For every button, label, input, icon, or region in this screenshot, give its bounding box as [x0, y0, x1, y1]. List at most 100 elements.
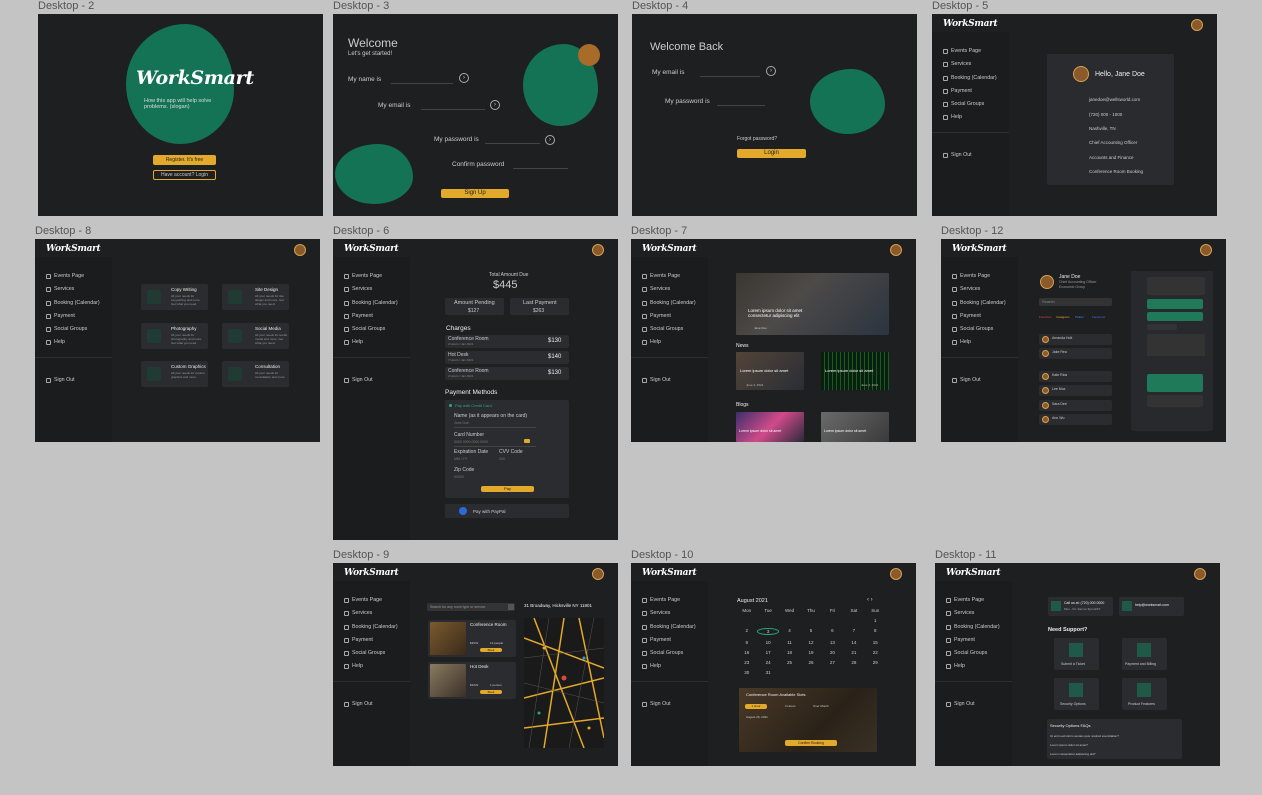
arrow-right-icon[interactable]: › [490, 100, 500, 110]
sidebar-item-services[interactable]: Services [46, 286, 74, 292]
calendar-date[interactable]: 30 [736, 670, 757, 675]
email-input[interactable] [421, 109, 485, 110]
faq-item[interactable]: Ut enim ad minim veniam quis nostrud exe… [1050, 734, 1119, 738]
support-tile[interactable]: Submit a Ticket [1054, 638, 1099, 670]
sidebar-item-services[interactable]: Services [344, 610, 372, 616]
calendar-date[interactable]: 23 [736, 660, 757, 665]
sidebar-item-payment[interactable]: Payment [943, 88, 972, 94]
sidebar-item-social[interactable]: Social Groups [344, 326, 385, 332]
sidebar-item-events[interactable]: Events Page [952, 273, 990, 279]
sidebar-item-help[interactable]: Help [943, 114, 962, 120]
calendar-grid[interactable]: 1 2 3 4 5 6 7 8 9 10 11 12 13 14 15 16 17 18 19 20 21 22 23 24 2… [736, 618, 886, 675]
name-input[interactable] [391, 83, 453, 84]
avatar[interactable] [1200, 244, 1212, 256]
avatar[interactable] [294, 244, 306, 256]
tab-favorites[interactable]: Favorites [1039, 315, 1051, 319]
calendar-date[interactable]: 13 [822, 640, 843, 645]
calendar-date[interactable]: 11 [779, 640, 800, 645]
calendar-date[interactable]: 7 [843, 628, 864, 635]
book-button[interactable]: Book [480, 648, 502, 652]
service-card[interactable]: Social Media All your needs for social m… [222, 323, 289, 349]
sidebar-item-booking[interactable]: Booking (Calendar) [344, 624, 398, 630]
calendar-date[interactable]: 19 [800, 650, 821, 655]
email-input[interactable] [700, 76, 760, 77]
calendar-date[interactable]: 17 [757, 650, 778, 655]
map[interactable] [524, 618, 604, 748]
forgot-password-link[interactable]: Forgot password? [737, 136, 777, 142]
service-card[interactable]: Site Design All your needs for site desi… [222, 284, 289, 310]
sidebar-item-payment[interactable]: Payment [642, 637, 671, 643]
signout-button[interactable]: Sign Out [344, 377, 373, 383]
sidebar-item-help[interactable]: Help [952, 339, 971, 345]
register-button[interactable]: Register. It's free [153, 155, 216, 165]
sidebar-item-booking[interactable]: Booking (Calendar) [642, 624, 696, 630]
slot-option[interactable]: 1 Hour [745, 704, 767, 709]
contact-row[interactable]: Ann Wu [1039, 414, 1112, 425]
signout-button[interactable]: Sign Out [946, 701, 975, 707]
calendar-date[interactable]: 28 [843, 660, 864, 665]
avatar[interactable] [1194, 568, 1206, 580]
login-button[interactable]: Login [737, 149, 806, 158]
contact-row[interactable]: Sara Dee [1039, 400, 1112, 411]
calendar-date[interactable]: 26 [800, 660, 821, 665]
sidebar-item-events[interactable]: Events Page [46, 273, 84, 279]
card-name-input[interactable]: Jane Doe [454, 421, 469, 425]
calendar-date[interactable]: 16 [736, 650, 757, 655]
service-card[interactable]: Copy Writing All your needs for copywrit… [141, 284, 208, 310]
sidebar-item-social[interactable]: Social Groups [943, 101, 984, 107]
sidebar-item-services[interactable]: Services [344, 286, 372, 292]
signout-button[interactable]: Sign Out [46, 377, 75, 383]
login-button[interactable]: Have account? Login [153, 170, 216, 180]
sidebar-item-payment[interactable]: Payment [946, 637, 975, 643]
contact-row[interactable]: Kate Rios [1039, 371, 1112, 382]
pay-button[interactable]: Pay [481, 486, 534, 492]
calendar-date[interactable]: 9 [736, 640, 757, 645]
calendar-date[interactable]: 12 [800, 640, 821, 645]
calendar-date[interactable]: 18 [779, 650, 800, 655]
chevron-down-icon[interactable] [508, 604, 514, 610]
sidebar-item-services[interactable]: Services [952, 286, 980, 292]
slot-option[interactable]: 2 Hours [785, 704, 796, 708]
sidebar-item-services[interactable]: Services [946, 610, 974, 616]
calendar-date[interactable]: 25 [779, 660, 800, 665]
calendar-date[interactable]: 27 [822, 660, 843, 665]
sidebar-item-booking[interactable]: Booking (Calendar) [946, 624, 1000, 630]
calendar-date[interactable]: 20 [822, 650, 843, 655]
calendar-date[interactable]: 31 [757, 670, 778, 675]
sidebar-item-events[interactable]: Events Page [642, 273, 680, 279]
sidebar-item-booking[interactable]: Booking (Calendar) [943, 75, 997, 81]
sidebar-item-booking[interactable]: Booking (Calendar) [642, 300, 696, 306]
sidebar-item-help[interactable]: Help [344, 663, 363, 669]
signup-button[interactable]: Sign Up [441, 189, 509, 198]
arrow-right-icon[interactable]: › [459, 73, 469, 83]
support-tile[interactable]: Payment and Billing [1122, 638, 1167, 670]
sidebar-item-social[interactable]: Social Groups [642, 650, 683, 656]
signout-button[interactable]: Sign Out [642, 377, 671, 383]
sidebar-item-payment[interactable]: Payment [46, 313, 75, 319]
calendar-date[interactable]: 24 [757, 660, 778, 665]
sidebar-item-help[interactable]: Help [642, 663, 661, 669]
contact-row[interactable]: Jake Rea [1039, 348, 1112, 359]
avatar[interactable] [890, 568, 902, 580]
faq-item[interactable]: Lorem ipsum dolor sit amet? [1050, 743, 1088, 747]
sidebar-item-events[interactable]: Events Page [642, 597, 680, 603]
radio-selected[interactable] [449, 404, 452, 407]
signout-button[interactable]: Sign Out [344, 701, 373, 707]
signout-button[interactable]: Sign Out [642, 701, 671, 707]
sidebar-item-events[interactable]: Events Page [943, 48, 981, 54]
sidebar-item-booking[interactable]: Booking (Calendar) [46, 300, 100, 306]
sidebar-item-events[interactable]: Events Page [344, 597, 382, 603]
cvv-input[interactable]: 000 [499, 457, 505, 461]
calendar-date[interactable]: 15 [865, 640, 886, 645]
arrow-right-icon[interactable]: › [766, 66, 776, 76]
calendar-date[interactable]: 10 [757, 640, 778, 645]
service-card[interactable]: Custom Graphics All your needs for custo… [141, 361, 208, 387]
arrow-right-icon[interactable]: › [545, 135, 555, 145]
avatar[interactable] [890, 244, 902, 256]
support-tile[interactable]: Security Options [1054, 678, 1099, 710]
book-button[interactable]: Book [480, 690, 502, 694]
sidebar-item-services[interactable]: Services [943, 61, 971, 67]
avatar[interactable] [592, 244, 604, 256]
call-card[interactable]: Call us at: (720) 000 0000 Mon - Fri, 9a… [1048, 597, 1113, 616]
card-number-input[interactable]: 0000 0000 0000 0000 [454, 440, 488, 444]
